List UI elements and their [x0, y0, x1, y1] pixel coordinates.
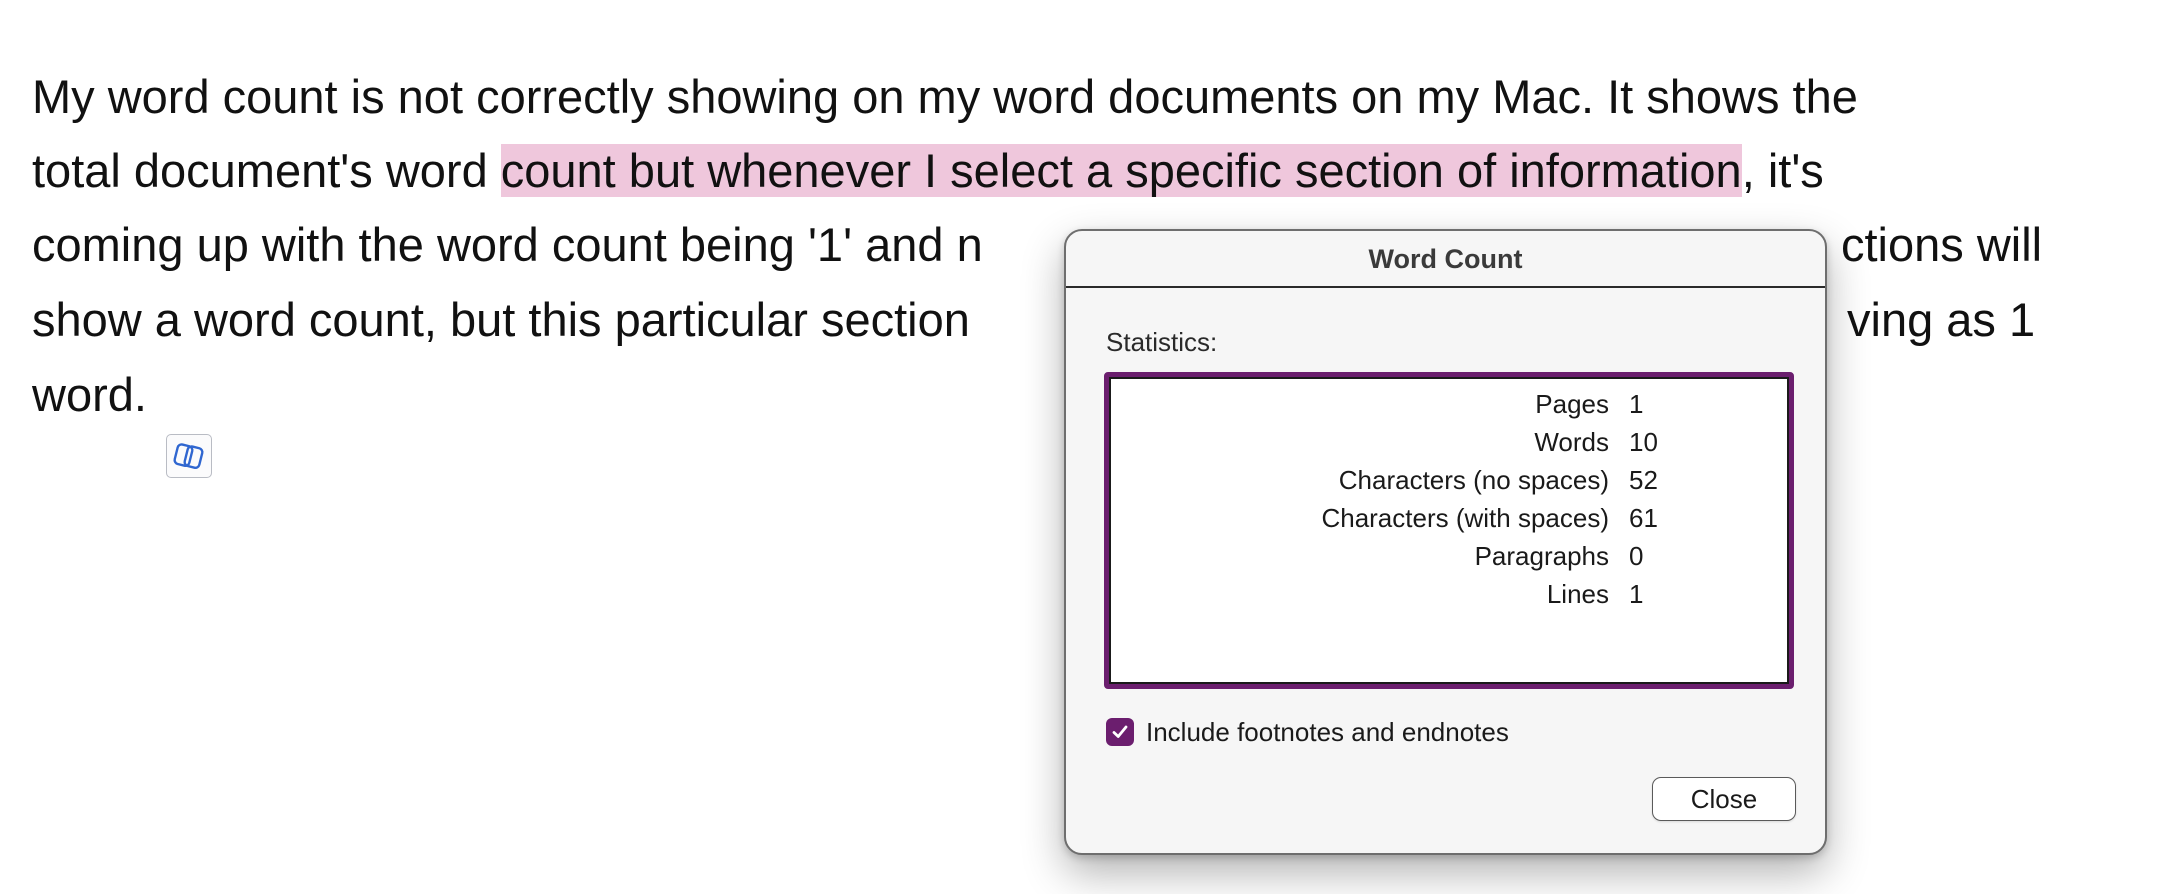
stat-name: Lines [1546, 579, 1609, 609]
stat-name: Characters (no spaces) [1338, 465, 1609, 495]
line-text: show a word count, but this particular s… [32, 293, 970, 346]
statistics-label: Statistics: [1106, 327, 1218, 357]
stat-value: 10 [1629, 427, 1658, 457]
copilot-icon [173, 443, 204, 469]
stat-row-paragraphs: Paragraphs 0 [1109, 537, 1789, 575]
include-footnotes-checkbox[interactable] [1106, 718, 1134, 746]
stat-row-characters-no-spaces: Characters (no spaces) 52 [1109, 461, 1789, 499]
stat-row-characters-with-spaces: Characters (with spaces) 61 [1109, 499, 1789, 537]
include-footnotes-label[interactable]: Include footnotes and endnotes [1146, 714, 1509, 750]
paragraph-line: My word count is not correctly showing o… [32, 62, 1858, 132]
stat-value: 0 [1629, 541, 1644, 571]
dialog-titlebar[interactable]: Word Count [1066, 231, 1825, 288]
paragraph-line-fragment: ving as 1 [1847, 285, 2035, 355]
paragraph-line: show a word count, but this particular s… [32, 285, 970, 355]
line-text: My word count is not correctly showing o… [32, 70, 1858, 123]
line-text: ving as 1 [1847, 293, 2036, 346]
stat-value: 1 [1629, 389, 1644, 419]
stat-row-lines: Lines 1 [1109, 575, 1789, 613]
line-text: coming up with the word count being '1' … [32, 218, 983, 271]
line-text: ctions will [1841, 218, 2043, 271]
checkmark-icon [1112, 725, 1128, 738]
stat-name: Pages [1535, 389, 1609, 419]
paragraph-line: word. [32, 360, 147, 430]
line-text: , it's [1741, 144, 1824, 197]
copilot-button[interactable] [166, 434, 212, 478]
statistics-list[interactable]: Pages 1 Words 10 Characters (no spaces) … [1104, 372, 1794, 689]
word-count-dialog[interactable]: Word Count Statistics: Pages 1 Words 10 … [1064, 229, 1827, 855]
stat-value: 1 [1629, 579, 1644, 609]
line-text: word. [32, 368, 147, 421]
close-button[interactable]: Close [1652, 777, 1796, 821]
paragraph-line-fragment: ctions will [1841, 210, 2042, 280]
line-text: total document's word [32, 144, 501, 197]
stat-name: Characters (with spaces) [1321, 503, 1609, 533]
stat-row-words: Words 10 [1109, 423, 1789, 461]
stat-name: Paragraphs [1474, 541, 1609, 571]
stat-row-pages: Pages 1 [1109, 385, 1789, 423]
paragraph-line: coming up with the word count being '1' … [32, 210, 983, 280]
stat-value: 52 [1629, 465, 1658, 495]
stat-value: 61 [1629, 503, 1658, 533]
stat-name: Words [1534, 427, 1609, 457]
paragraph-line: total document's word count but whenever… [32, 136, 1824, 206]
include-footnotes-option[interactable]: Include footnotes and endnotes [1106, 714, 1509, 750]
selected-text[interactable]: count but whenever I select a specific s… [500, 144, 1742, 197]
dialog-title: Word Count [1368, 244, 1523, 274]
